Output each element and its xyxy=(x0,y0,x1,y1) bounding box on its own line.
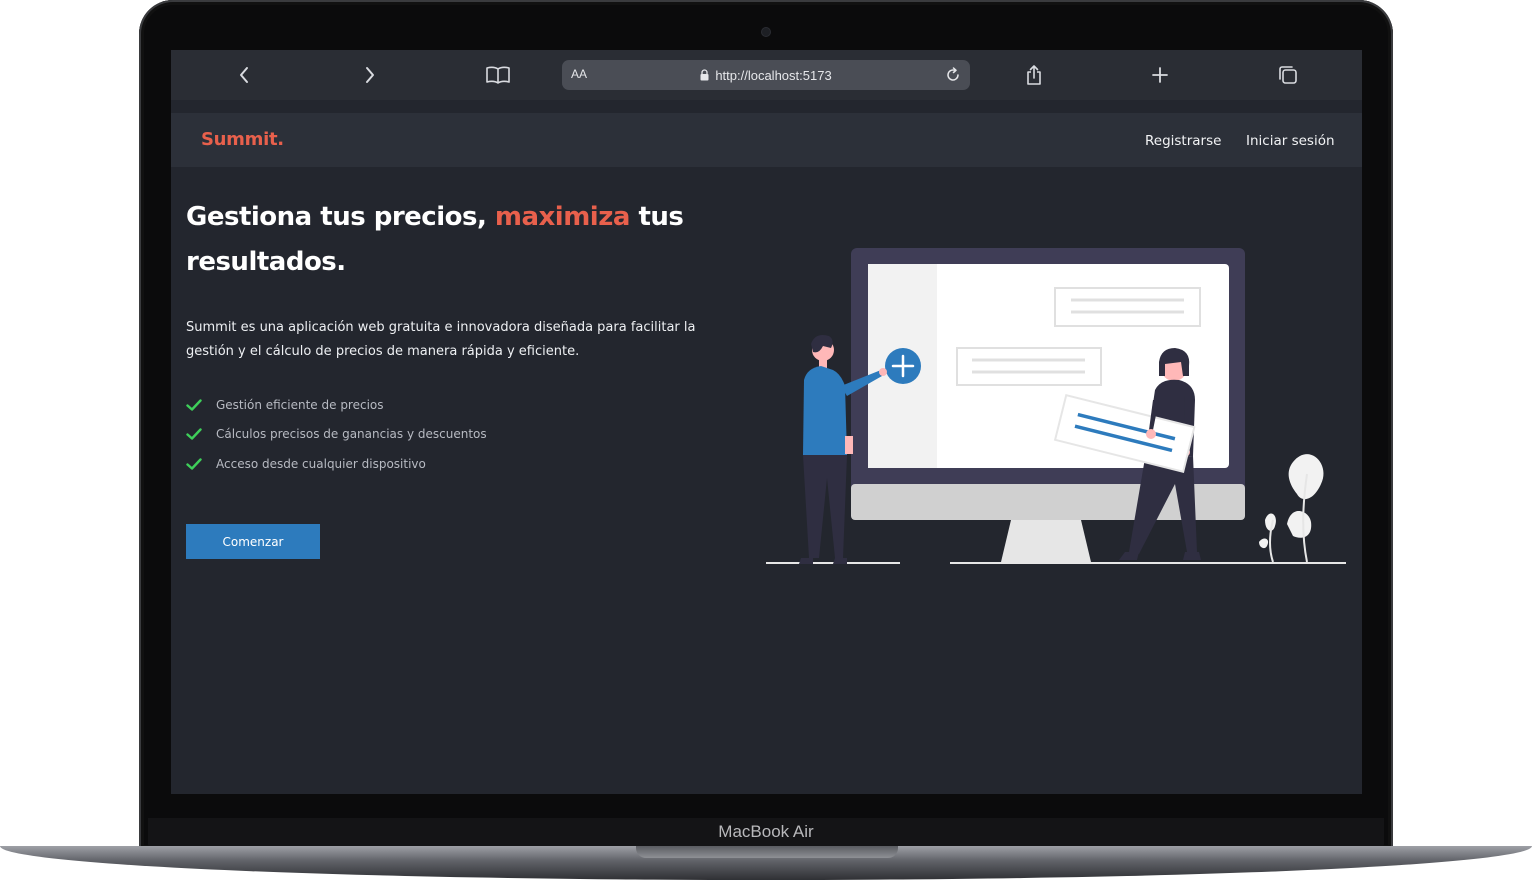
start-button[interactable]: Comenzar xyxy=(186,524,320,559)
check-icon xyxy=(186,428,216,440)
bookmarks-button[interactable] xyxy=(482,60,514,90)
app-navbar: Summit. Registrarse Iniciar sesión xyxy=(171,113,1362,167)
chevron-right-icon xyxy=(366,67,374,83)
plus-icon xyxy=(1152,67,1168,83)
url-display: http://localhost:5173 xyxy=(562,60,970,90)
feature-list: Gestión eficiente de precios Cálculos pr… xyxy=(186,390,487,479)
feature-item: Cálculos precisos de ganancias y descuen… xyxy=(186,420,487,450)
feature-text: Gestión eficiente de precios xyxy=(216,397,384,412)
feature-item: Acceso desde cualquier dispositivo xyxy=(186,449,487,479)
book-icon xyxy=(486,66,510,84)
browser-toolbar: AA http://localhost:5173 xyxy=(171,50,1362,100)
login-link[interactable]: Iniciar sesión xyxy=(1246,133,1335,149)
address-bar[interactable]: AA http://localhost:5173 xyxy=(562,60,970,90)
feature-text: Cálculos precisos de ganancias y descuen… xyxy=(216,427,487,442)
chevron-left-icon xyxy=(240,67,248,83)
feature-text: Acceso desde cualquier dispositivo xyxy=(216,456,426,471)
back-button[interactable] xyxy=(228,60,260,90)
hero-illustration xyxy=(766,248,1346,564)
laptop-notch xyxy=(636,846,898,858)
check-icon xyxy=(186,458,216,470)
camera xyxy=(762,28,770,36)
register-link[interactable]: Registrarse xyxy=(1145,133,1221,149)
lock-icon xyxy=(700,69,709,81)
feature-item: Gestión eficiente de precios xyxy=(186,390,487,420)
check-icon xyxy=(186,399,216,411)
share-button[interactable] xyxy=(1018,60,1050,90)
screen: AA http://localhost:5173 Summit. Registr… xyxy=(171,50,1362,794)
logo[interactable]: Summit. xyxy=(201,129,284,150)
hero-title: Gestiona tus precios, maximiza tus resul… xyxy=(186,195,746,285)
url-text: http://localhost:5173 xyxy=(715,67,832,83)
new-tab-button[interactable] xyxy=(1144,60,1176,90)
tabs-overview-button[interactable] xyxy=(1272,60,1304,90)
tabs-icon xyxy=(1279,66,1297,84)
hero-description: Summit es una aplicación web gratuita e … xyxy=(186,320,696,359)
share-icon xyxy=(1027,65,1041,85)
hero-title-part1: Gestiona tus precios, xyxy=(186,202,495,232)
device-label: MacBook Air xyxy=(718,822,814,841)
reload-icon xyxy=(947,67,959,81)
forward-button[interactable] xyxy=(354,60,386,90)
reload-button[interactable] xyxy=(942,64,964,86)
hero-title-accent: maximiza xyxy=(494,202,631,232)
